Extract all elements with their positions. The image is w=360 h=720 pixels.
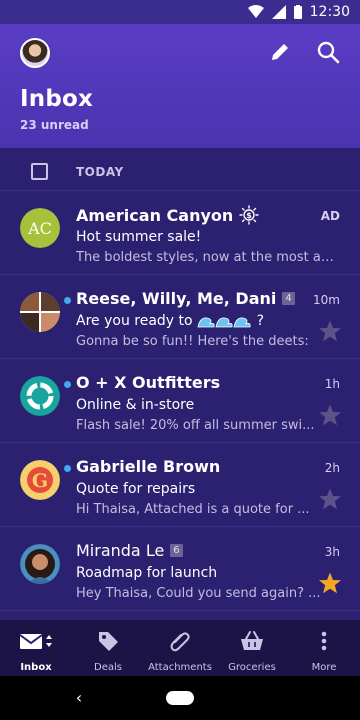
home-pill-button[interactable] bbox=[166, 691, 194, 705]
message-time: 2h bbox=[324, 461, 340, 475]
message-subject: Hot summer sale! bbox=[76, 229, 202, 245]
sponsored-sun-icon: $ bbox=[239, 205, 259, 225]
section-label: TODAY bbox=[76, 165, 124, 179]
system-navigation-bar: ‹ bbox=[0, 676, 360, 720]
message-subject: Online & in-store bbox=[76, 397, 195, 413]
ad-label: AD bbox=[320, 209, 340, 223]
nav-attachments[interactable]: Attachments bbox=[144, 620, 216, 676]
app-header: Inbox 23 unread bbox=[0, 24, 360, 148]
nav-label: Groceries bbox=[228, 662, 276, 673]
message-snippet: Flash sale! 20% off all summer swi... bbox=[76, 418, 315, 433]
signal-icon bbox=[271, 5, 286, 19]
svg-text:AC: AC bbox=[27, 219, 52, 238]
nav-groceries[interactable]: Groceries bbox=[216, 620, 288, 676]
message-row-partial[interactable] bbox=[0, 610, 360, 620]
star-icon[interactable] bbox=[318, 487, 342, 511]
nav-label: Inbox bbox=[20, 662, 52, 673]
thread-count-badge: 6 bbox=[170, 544, 183, 557]
message-row[interactable]: AC American Canyon $ Hot summer sale! Th… bbox=[0, 190, 360, 274]
sender-avatar: AC bbox=[20, 208, 60, 248]
group-avatar bbox=[20, 292, 60, 332]
inbox-icon bbox=[19, 634, 52, 649]
miranda-avatar-icon bbox=[20, 544, 60, 584]
pencil-icon bbox=[272, 44, 288, 60]
message-sender: Reese, Willy, Me, Dani 4 bbox=[76, 289, 295, 308]
gabrielle-avatar-icon: G bbox=[20, 460, 60, 500]
status-time: 12:30 bbox=[309, 4, 350, 20]
status-bar: 12:30 bbox=[0, 0, 360, 24]
section-header: TODAY bbox=[0, 148, 360, 190]
message-time: 1h bbox=[324, 377, 340, 391]
back-icon[interactable]: ‹ bbox=[70, 688, 88, 708]
message-sender: American Canyon $ bbox=[76, 205, 259, 225]
message-snippet: Hi Thaisa, Attached is a quote for ... bbox=[76, 502, 310, 517]
more-vertical-icon bbox=[321, 631, 327, 651]
star-icon-active[interactable] bbox=[318, 571, 342, 595]
message-time: 3h bbox=[324, 545, 340, 559]
message-row[interactable]: O + X Outfitters Online & in-store Flash… bbox=[0, 358, 360, 442]
star-icon[interactable] bbox=[318, 319, 342, 343]
nav-inbox[interactable]: Inbox bbox=[0, 620, 72, 676]
message-snippet: The boldest styles, now at the most adv.… bbox=[76, 250, 338, 265]
thread-count-badge: 4 bbox=[282, 292, 295, 305]
bottom-navigation: Inbox Deals Attachments Groceries More bbox=[0, 620, 360, 676]
message-row[interactable]: G Gabrielle Brown Quote for repairs Hi T… bbox=[0, 442, 360, 526]
svg-text:G: G bbox=[32, 470, 48, 492]
search-button[interactable] bbox=[314, 38, 342, 66]
sender-avatar bbox=[20, 376, 60, 416]
tag-icon bbox=[99, 632, 118, 651]
wave-emoji-icon bbox=[197, 317, 251, 328]
message-sender: Gabrielle Brown bbox=[76, 457, 221, 476]
american-canyon-logo-icon: AC bbox=[20, 208, 60, 248]
unread-count: 23 unread bbox=[20, 118, 89, 132]
message-row[interactable]: Reese, Willy, Me, Dani 4 Are you ready t… bbox=[0, 274, 360, 358]
sender-avatar: G bbox=[20, 460, 60, 500]
message-time: 10m bbox=[313, 293, 340, 307]
sender-avatar bbox=[20, 544, 60, 584]
nav-label: More bbox=[311, 662, 337, 673]
search-icon bbox=[317, 41, 340, 64]
outfitters-logo-icon bbox=[20, 376, 60, 416]
svg-text:$: $ bbox=[246, 211, 252, 220]
paperclip-icon bbox=[170, 632, 190, 652]
wifi-icon bbox=[247, 5, 264, 18]
message-subject: Quote for repairs bbox=[76, 481, 196, 497]
battery-icon bbox=[293, 5, 302, 19]
select-all-checkbox[interactable] bbox=[31, 163, 48, 180]
message-sender: Miranda Le 6 bbox=[76, 541, 183, 560]
message-sender: O + X Outfitters bbox=[76, 373, 221, 392]
group-avatar-icon bbox=[20, 292, 60, 332]
nav-more[interactable]: More bbox=[288, 620, 360, 676]
message-subject: Roadmap for launch bbox=[76, 565, 218, 581]
unread-indicator bbox=[64, 381, 71, 388]
basket-icon bbox=[241, 631, 263, 650]
account-avatar[interactable] bbox=[20, 38, 50, 68]
unread-indicator bbox=[64, 465, 71, 472]
message-subject: Are you ready to ? bbox=[76, 313, 265, 329]
nav-deals[interactable]: Deals bbox=[72, 620, 144, 676]
nav-label: Deals bbox=[94, 662, 122, 673]
message-snippet: Hey Thaisa, Could you send again? ... bbox=[76, 586, 321, 601]
message-list[interactable]: TODAY AC American Canyon $ Hot summer sa… bbox=[0, 148, 360, 620]
nav-label: Attachments bbox=[148, 662, 212, 673]
unread-indicator bbox=[64, 297, 71, 304]
message-row[interactable]: Miranda Le 6 Roadmap for launch Hey Thai… bbox=[0, 526, 360, 610]
message-snippet: Gonna be so fun!! Here's the deets: bbox=[76, 334, 309, 349]
star-icon[interactable] bbox=[318, 403, 342, 427]
page-title: Inbox bbox=[20, 86, 94, 112]
compose-button[interactable] bbox=[266, 38, 294, 66]
